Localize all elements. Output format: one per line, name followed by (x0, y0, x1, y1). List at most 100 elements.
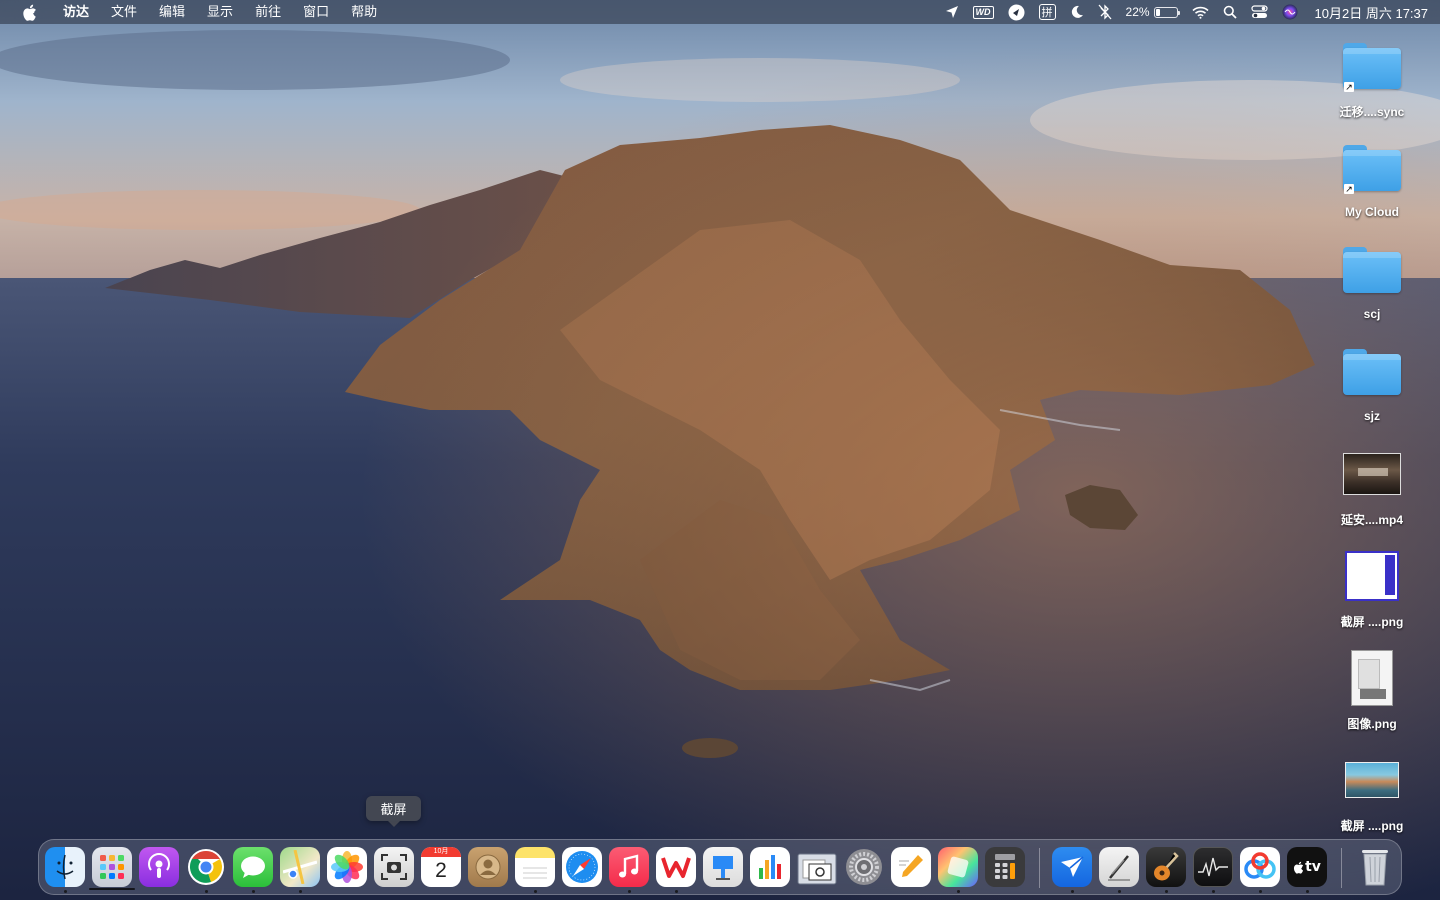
menu-window[interactable]: 窗口 (292, 0, 340, 24)
apple-tv-app-icon[interactable]: tv (1287, 847, 1327, 887)
running-indicator-messages (252, 890, 255, 893)
menu-edit[interactable]: 编辑 (148, 0, 196, 24)
desktop-item-label: 截屏 ....png (1340, 819, 1404, 833)
desktop-item-label: sjz (1363, 409, 1380, 423)
calendar-app-icon[interactable]: 10月 2 (421, 847, 461, 887)
color-app-icon[interactable] (938, 847, 978, 887)
screenshot-app-icon[interactable] (374, 847, 414, 887)
messages-app-icon[interactable] (233, 847, 273, 887)
battery-status[interactable]: 22% (1125, 0, 1180, 24)
running-indicator-color (957, 890, 960, 893)
desktop-item-image[interactable]: 图像.png (1317, 646, 1427, 742)
image-thumbnail-icon (1340, 544, 1404, 608)
garageband-app-icon[interactable] (1146, 847, 1186, 887)
launchpad-active-bar (89, 888, 135, 890)
desktop-item-label: 图像.png (1347, 717, 1397, 731)
vpn-status-icon[interactable] (1008, 0, 1025, 24)
folder-icon (1340, 340, 1404, 404)
desktop-item-sjz[interactable]: sjz (1317, 340, 1427, 436)
baidu-netdisk-app-icon[interactable] (1240, 847, 1280, 887)
pages-app-icon[interactable] (891, 847, 931, 887)
contacts-app-icon[interactable] (468, 847, 508, 887)
running-indicator-activity-monitor (1212, 890, 1215, 893)
apple-tv-label: tv (1305, 859, 1321, 875)
finder-app-icon[interactable] (45, 847, 85, 887)
dock-separator (1039, 848, 1040, 888)
launchpad-app-icon[interactable] (92, 847, 132, 887)
preview-app-icon[interactable] (797, 847, 837, 887)
input-method-icon[interactable]: 拼 (1038, 0, 1056, 24)
dock: 10月 2 tv (38, 839, 1402, 895)
running-indicator-garageband (1165, 890, 1168, 893)
running-indicator-apple-tv (1306, 890, 1309, 893)
trash-icon[interactable] (1355, 847, 1395, 887)
dock-separator (1341, 848, 1342, 888)
wd-label: WD (972, 5, 994, 19)
activity-monitor-app-icon[interactable] (1193, 847, 1233, 887)
script-editor-app-icon[interactable] (1099, 847, 1139, 887)
desktop-item-screenshot-1[interactable]: 截屏 ....png (1317, 544, 1427, 640)
maps-app-icon[interactable] (280, 847, 320, 887)
numbers-app-icon[interactable] (750, 847, 790, 887)
wps-app-icon[interactable] (656, 847, 696, 887)
folder-alias-icon: ↗ (1340, 34, 1404, 98)
running-indicator-chrome (205, 890, 208, 893)
calculator-app-icon[interactable] (985, 847, 1025, 887)
running-indicator-finder (64, 890, 67, 893)
desktop-item-label: 截屏 ....png (1340, 615, 1404, 629)
desktop-item-label: scj (1363, 307, 1381, 321)
location-arrow-icon[interactable] (945, 0, 959, 24)
input-method-label: 拼 (1038, 4, 1056, 20)
bluetooth-off-icon[interactable] (1098, 0, 1112, 24)
wifi-icon[interactable] (1192, 0, 1209, 24)
notes-app-icon[interactable] (515, 847, 555, 887)
desktop-item-label: 迁移....sync (1339, 105, 1405, 119)
chrome-app-icon[interactable] (186, 847, 226, 887)
menu-go[interactable]: 前往 (244, 0, 292, 24)
desktop-item-folder-sync[interactable]: ↗ 迁移....sync (1317, 34, 1427, 130)
apple-menu-icon[interactable] (20, 2, 38, 22)
image-thumbnail-icon (1340, 748, 1404, 812)
desktop-item-scj[interactable]: scj (1317, 238, 1427, 334)
dock-tooltip: 截屏 (366, 796, 421, 827)
calendar-month: 10月 (421, 847, 461, 857)
calendar-day: 2 (435, 859, 447, 882)
desktop-wallpaper (0, 0, 1440, 900)
folder-alias-icon: ↗ (1340, 136, 1404, 200)
running-indicator-notes (534, 890, 537, 893)
battery-icon (1153, 6, 1180, 18)
battery-percent: 22% (1125, 5, 1150, 19)
music-app-icon[interactable] (609, 847, 649, 887)
menu-view[interactable]: 显示 (196, 0, 244, 24)
desktop-item-screenshot-2[interactable]: 截屏 ....png (1317, 748, 1427, 844)
siri-icon[interactable] (1282, 0, 1298, 24)
video-thumbnail-icon (1340, 442, 1404, 506)
running-indicator-feishu (1071, 890, 1074, 893)
podcasts-app-icon[interactable] (139, 847, 179, 887)
running-indicator-maps (299, 890, 302, 893)
wd-status-icon[interactable]: WD (972, 0, 994, 24)
running-indicator-script-editor (1118, 890, 1121, 893)
running-indicator-music (628, 890, 631, 893)
menu-help[interactable]: 帮助 (340, 0, 388, 24)
feishu-app-icon[interactable] (1052, 847, 1092, 887)
system-preferences-app-icon[interactable] (844, 847, 884, 887)
running-indicator-wps (675, 890, 678, 893)
control-center-icon[interactable] (1250, 0, 1268, 24)
photos-app-icon[interactable] (327, 847, 367, 887)
running-indicator-baidu-netdisk (1259, 890, 1262, 893)
folder-icon (1340, 238, 1404, 302)
spotlight-search-icon[interactable] (1223, 0, 1237, 24)
image-thumbnail-icon (1340, 646, 1404, 710)
safari-app-icon[interactable] (562, 847, 602, 887)
menu-clock[interactable]: 10月2日 周六 17:37 (1315, 3, 1428, 22)
menu-file[interactable]: 文件 (100, 0, 148, 24)
menu-bar: 访达 文件 编辑 显示 前往 窗口 帮助 WD 拼 22% 10月2日 周六 1… (0, 0, 1440, 24)
desktop-item-video[interactable]: 延安....mp4 (1317, 442, 1427, 538)
keynote-app-icon[interactable] (703, 847, 743, 887)
desktop-item-label: 延安....mp4 (1340, 513, 1403, 527)
do-not-disturb-moon-icon[interactable] (1070, 0, 1084, 24)
desktop-item-label: My Cloud (1345, 205, 1399, 219)
menu-app-finder[interactable]: 访达 (52, 0, 100, 24)
desktop-item-my-cloud[interactable]: ↗ My Cloud (1317, 136, 1427, 232)
